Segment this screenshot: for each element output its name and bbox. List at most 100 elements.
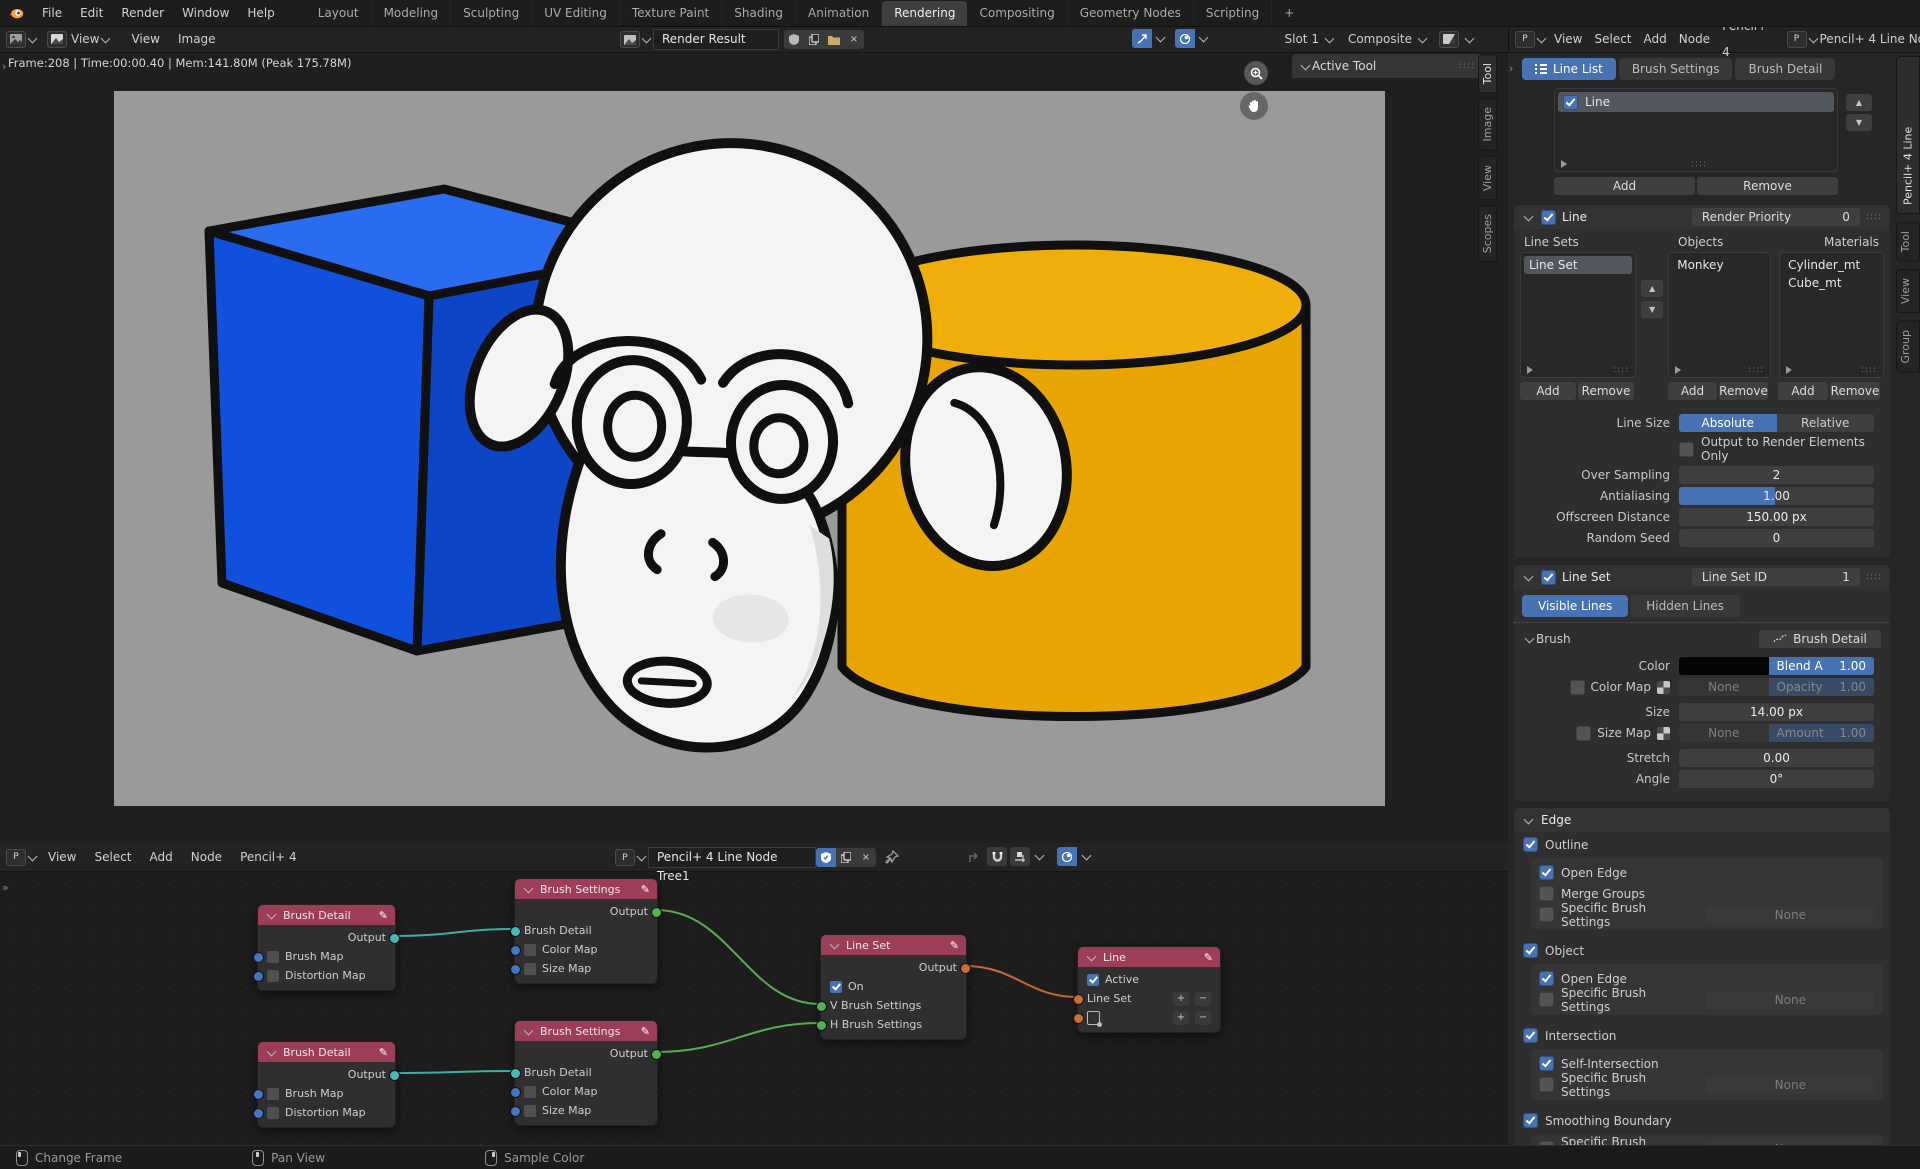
specific-brush-settings-field[interactable]: None xyxy=(1706,906,1875,924)
checkbox[interactable] xyxy=(524,944,536,956)
line-size-relative[interactable]: Relative (640*480) xyxy=(1777,414,1875,432)
input-socket[interactable] xyxy=(510,1106,521,1117)
outline-checkbox[interactable] xyxy=(1523,837,1538,852)
blend-amount-field[interactable]: Blend A1.00 xyxy=(1769,657,1875,675)
brush-detail-button[interactable]: Brush Detail xyxy=(1759,630,1881,648)
node-menu-pencil4[interactable]: Pencil+ 4 xyxy=(231,844,306,870)
specific-brush-settings-checkbox[interactable] xyxy=(1539,907,1554,922)
merge-groups-checkbox[interactable] xyxy=(1539,886,1554,901)
image-datablock-name[interactable]: Render Result xyxy=(653,29,779,50)
workspace-tab-uv-editing[interactable]: UV Editing xyxy=(532,1,620,26)
workspace-tab-compositing[interactable]: Compositing xyxy=(967,1,1067,26)
lineset-move-down-button[interactable]: ▼ xyxy=(1641,301,1663,318)
input-socket[interactable] xyxy=(816,1001,827,1012)
material-remove-button[interactable]: Remove xyxy=(1830,382,1880,400)
input-socket[interactable] xyxy=(253,1089,264,1100)
list-filter-expander-icon[interactable] xyxy=(1527,366,1533,374)
image-datablock-icon[interactable] xyxy=(620,31,640,48)
output-socket[interactable] xyxy=(651,907,662,918)
lineset-remove-button[interactable]: Remove xyxy=(1578,382,1634,400)
snap-magnet-icon[interactable] xyxy=(987,847,1007,866)
pencil-datablock-icon[interactable]: P xyxy=(1787,31,1807,48)
pencil-panel-type-icon[interactable]: P xyxy=(1515,31,1535,48)
node-brush-detail-1[interactable]: Brush Detail✎ Output Brush Map Distortio… xyxy=(257,904,396,991)
amount-field[interactable]: Amount1.00 xyxy=(1769,724,1875,742)
input-socket[interactable] xyxy=(510,926,521,937)
workspace-tab-geometry-nodes[interactable]: Geometry Nodes xyxy=(1068,1,1194,26)
display-channels-chevron-icon[interactable] xyxy=(1465,33,1475,43)
npanel-tab-image[interactable]: Image xyxy=(1478,98,1497,150)
node-line-set[interactable]: Line Set✎ Output On V Brush Settings H B… xyxy=(820,934,967,1040)
specific-brush-settings-checkbox[interactable] xyxy=(1539,992,1554,1007)
specific-brush-settings-checkbox[interactable] xyxy=(1539,1077,1554,1092)
image-menu-image[interactable]: Image xyxy=(169,26,225,52)
workspace-tab-animation[interactable]: Animation xyxy=(796,1,882,26)
active-checkbox[interactable] xyxy=(1087,974,1099,986)
line-add-button[interactable]: Add xyxy=(1554,177,1695,195)
slot-dropdown[interactable]: Slot 1 xyxy=(1285,32,1319,46)
workspace-tab-sculpting[interactable]: Sculpting xyxy=(451,1,532,26)
line-set-id-field[interactable]: Line Set ID1 xyxy=(1692,568,1860,586)
panel-grip[interactable]: :::: xyxy=(1459,62,1475,70)
add-lineset-button[interactable]: + xyxy=(1173,992,1189,1006)
open-folder-icon[interactable] xyxy=(824,30,844,49)
on-checkbox[interactable] xyxy=(830,981,842,993)
duplicate-icon[interactable] xyxy=(804,30,824,49)
unlink-icon[interactable]: × xyxy=(844,30,864,49)
list-resize-grip[interactable]: :::: xyxy=(1691,160,1707,168)
node-tree-icon[interactable]: P xyxy=(615,849,635,866)
line-size-absolute[interactable]: Absolute xyxy=(1679,414,1777,432)
output-socket[interactable] xyxy=(651,1049,662,1060)
gizmo-dropdown-chevron-icon[interactable] xyxy=(1156,33,1166,43)
node-line[interactable]: Line✎ Active Line Set+− +− xyxy=(1077,946,1221,1033)
pencil-menu-select[interactable]: Select xyxy=(1588,26,1637,52)
node-overlays-icon[interactable] xyxy=(1057,847,1077,866)
add-button[interactable]: + xyxy=(1173,1011,1189,1025)
node-brush-settings-1[interactable]: Brush Settings✎ Output Brush Detail Colo… xyxy=(514,878,658,984)
line-panel-header[interactable]: Line Render Priority0 :::: xyxy=(1514,205,1890,229)
menu-file[interactable]: File xyxy=(33,0,71,26)
image-datablock-chevron-icon[interactable] xyxy=(642,34,652,44)
pass-chevron-icon[interactable] xyxy=(1418,33,1428,43)
material-add-button[interactable]: Add xyxy=(1778,382,1828,400)
display-channels-icon[interactable] xyxy=(1439,31,1459,48)
list-resize-grip[interactable]: :::: xyxy=(1613,366,1629,374)
node-tree-chevron-icon[interactable] xyxy=(637,852,647,862)
line-list-item[interactable]: Line xyxy=(1558,92,1834,112)
side-tab-view[interactable]: View xyxy=(1896,269,1920,313)
input-socket[interactable] xyxy=(510,945,521,956)
brush-chevron-icon[interactable] xyxy=(1525,633,1535,643)
pencil-region-expand-icon[interactable]: › xyxy=(1509,62,1513,75)
pencil-menu-pencil4[interactable]: Pencil+ 4 xyxy=(1716,26,1782,65)
specific-brush-settings-field[interactable]: None xyxy=(1706,1076,1875,1094)
image-mode-dropdown[interactable]: View xyxy=(71,32,99,46)
checkbox[interactable] xyxy=(524,1105,536,1117)
list-filter-expander-icon[interactable] xyxy=(1675,366,1681,374)
workspace-tab-scripting[interactable]: Scripting xyxy=(1194,1,1272,26)
size-field[interactable]: 14.00 px xyxy=(1679,703,1874,721)
input-socket[interactable] xyxy=(253,952,264,963)
line-set-item[interactable]: Line Set xyxy=(1524,256,1632,274)
node-collapse-chevron-icon[interactable] xyxy=(830,939,840,949)
checkbox[interactable] xyxy=(267,970,279,982)
remove-lineset-button[interactable]: − xyxy=(1195,992,1211,1006)
edge-panel-header[interactable]: Edge xyxy=(1514,808,1890,832)
list-filter-expander-icon[interactable] xyxy=(1786,366,1792,374)
node-brush-settings-2[interactable]: Brush Settings✎ Output Brush Detail Colo… xyxy=(514,1020,658,1126)
input-socket[interactable] xyxy=(816,1020,827,1031)
input-socket[interactable] xyxy=(1073,1013,1084,1024)
node-menu-view[interactable]: View xyxy=(39,844,85,870)
pencil-datablock-chevron-icon[interactable] xyxy=(1808,33,1818,43)
gizmo-toggle-icon[interactable] xyxy=(1132,29,1152,48)
node-collapse-chevron-icon[interactable] xyxy=(1087,951,1097,961)
menu-edit[interactable]: Edit xyxy=(71,0,112,26)
move-up-button[interactable]: ▲ xyxy=(1846,94,1872,111)
random-seed-field[interactable]: 0 xyxy=(1679,529,1874,547)
shield-icon[interactable] xyxy=(784,30,804,49)
node-menu-add[interactable]: Add xyxy=(141,844,182,870)
object-remove-button[interactable]: Remove xyxy=(1719,382,1768,400)
checkbox[interactable] xyxy=(267,951,279,963)
panel-collapse-chevron-icon[interactable] xyxy=(1301,60,1311,70)
npanel-tab-tool[interactable]: Tool xyxy=(1478,54,1497,93)
object-checkbox[interactable] xyxy=(1523,943,1538,958)
